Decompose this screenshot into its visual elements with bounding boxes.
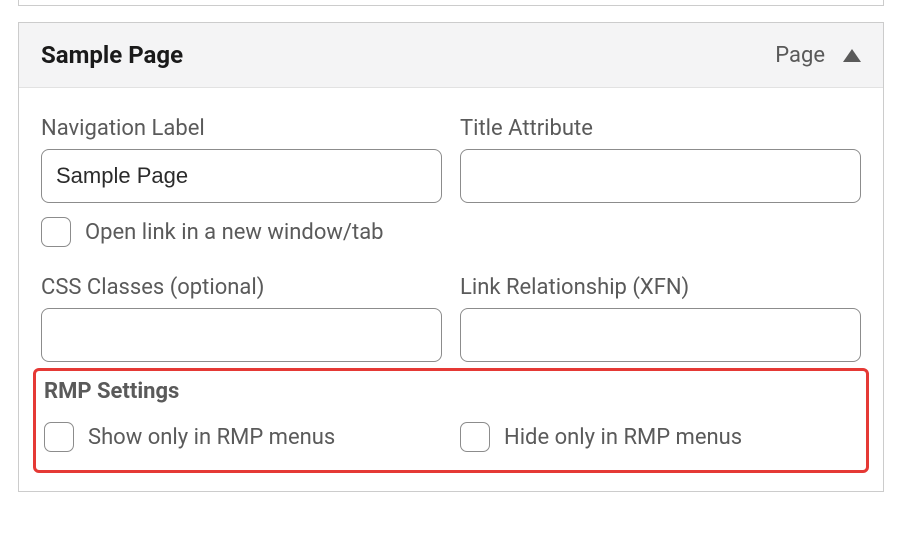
rmp-hide-only-checkbox[interactable] bbox=[460, 422, 490, 452]
rmp-show-only-checkbox[interactable] bbox=[44, 422, 74, 452]
navigation-label-input[interactable] bbox=[41, 149, 442, 203]
title-attribute-input[interactable] bbox=[460, 149, 861, 203]
panel-body: Navigation Label Title Attribute Open li… bbox=[19, 88, 883, 491]
previous-panel-edge bbox=[18, 0, 884, 6]
rmp-settings-heading: RMP Settings bbox=[44, 379, 858, 404]
css-classes-input[interactable] bbox=[41, 308, 442, 362]
menu-item-panel: Sample Page Page Navigation Label Title … bbox=[18, 22, 884, 492]
link-relationship-label: Link Relationship (XFN) bbox=[460, 275, 861, 300]
open-new-tab-checkbox[interactable] bbox=[41, 217, 71, 247]
rmp-settings-highlight: RMP Settings Show only in RMP menus Hide… bbox=[33, 368, 869, 473]
navigation-label-label: Navigation Label bbox=[41, 116, 442, 141]
panel-type-label: Page bbox=[775, 43, 825, 68]
open-new-tab-label[interactable]: Open link in a new window/tab bbox=[85, 220, 384, 245]
title-attribute-label: Title Attribute bbox=[460, 116, 861, 141]
rmp-show-only-label[interactable]: Show only in RMP menus bbox=[88, 425, 335, 450]
panel-header[interactable]: Sample Page Page bbox=[19, 23, 883, 88]
css-classes-label: CSS Classes (optional) bbox=[41, 275, 442, 300]
panel-type-group: Page bbox=[775, 43, 861, 68]
rmp-hide-only-label[interactable]: Hide only in RMP menus bbox=[504, 425, 742, 450]
caret-up-icon[interactable] bbox=[843, 49, 861, 62]
link-relationship-input[interactable] bbox=[460, 308, 861, 362]
panel-title: Sample Page bbox=[41, 41, 183, 69]
